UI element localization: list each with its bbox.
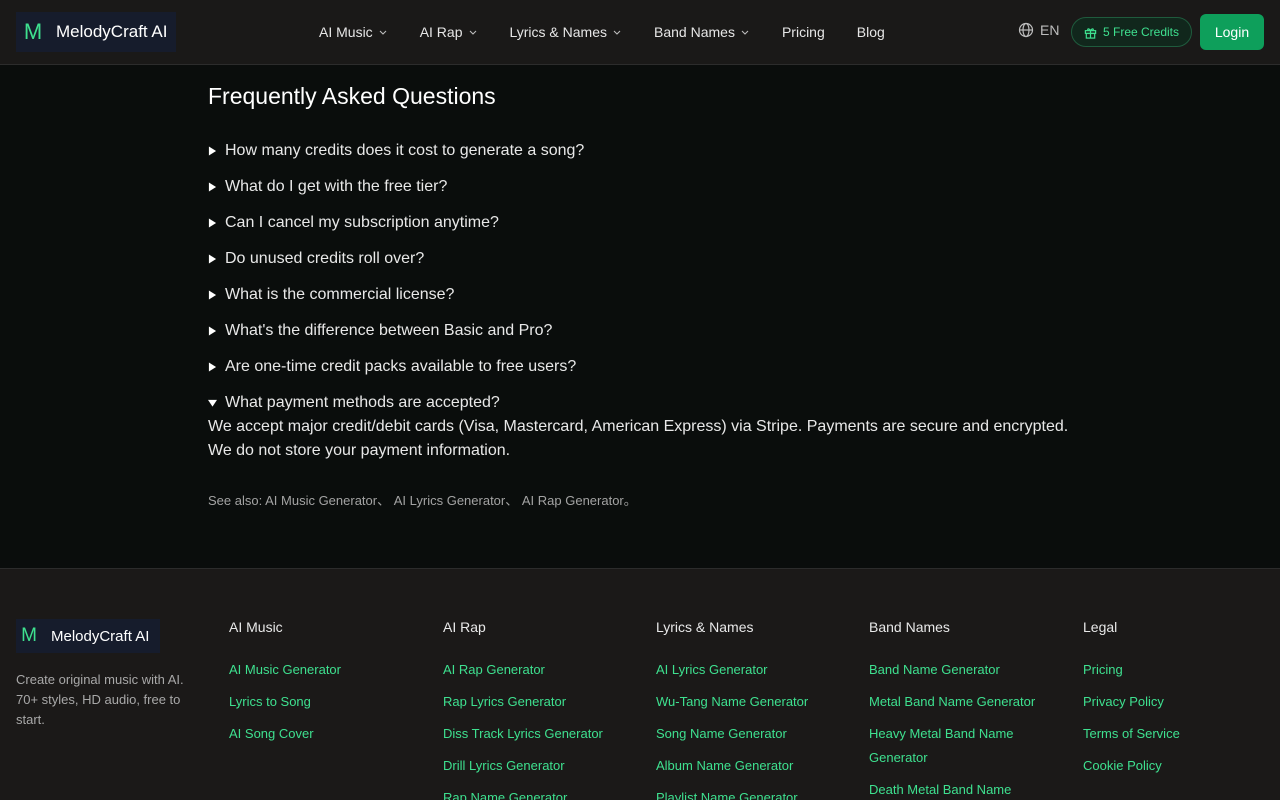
footer-description: Create original music with AI. 70+ style… bbox=[16, 672, 184, 727]
faq-question-text: Are one-time credit packs available to f… bbox=[225, 358, 577, 375]
footer-column-title: Band Names bbox=[869, 619, 950, 635]
credits-label: 5 Free Credits bbox=[1102, 25, 1180, 39]
faq-question-text: What's the difference between Basic and … bbox=[225, 322, 553, 339]
nav-item-band-names[interactable]: Band Names bbox=[638, 0, 766, 64]
nav-item-label: Blog bbox=[856, 24, 885, 40]
see-also-label: See also: bbox=[208, 493, 266, 508]
nav-item-label: Band Names bbox=[654, 24, 735, 40]
faq-question[interactable]: Do unused credits roll over? bbox=[208, 241, 1088, 277]
faq-question-text: Do unused credits roll over? bbox=[225, 250, 425, 267]
nav-item-pricing[interactable]: Pricing bbox=[766, 0, 841, 64]
language-label: EN bbox=[1040, 22, 1060, 38]
see-also-link-ai-rap-generator[interactable]: AI Rap Generator bbox=[522, 493, 624, 508]
triangle-right-icon bbox=[208, 146, 217, 156]
see-also-link-ai-lyrics-generator[interactable]: AI Lyrics Generator bbox=[394, 493, 506, 508]
footer-column-ai-music: AI Music AI Music Generator Lyrics to Song… bbox=[229, 619, 419, 754]
nav-item-lyrics-names[interactable]: Lyrics & Names bbox=[494, 0, 639, 64]
login-button[interactable]: Login bbox=[1200, 14, 1264, 50]
footer-logo[interactable]: M MelodyCraft AI bbox=[16, 619, 160, 653]
footer-link-rap-lyrics-generator[interactable]: Rap Lyrics Generator bbox=[443, 690, 633, 714]
footer-link-metal-band-name-generator[interactable]: Metal Band Name Generator bbox=[869, 690, 1059, 714]
nav-item-ai-rap[interactable]: AI Rap bbox=[404, 0, 494, 64]
footer-link-rap-name-generator[interactable]: Rap Name Generator bbox=[443, 786, 633, 800]
footer-link-death-metal-band-name-generator[interactable]: Death Metal Band Name Generator bbox=[869, 778, 1059, 800]
footer-column-title: Lyrics & Names bbox=[656, 619, 754, 635]
footer-link-cookie-policy[interactable]: Cookie Policy bbox=[1083, 754, 1263, 778]
faq-question[interactable]: What is the commercial license? bbox=[208, 277, 1088, 313]
triangle-right-icon bbox=[208, 326, 217, 336]
brand-name: MelodyCraft AI bbox=[56, 22, 168, 41]
see-also-separator: 、 bbox=[505, 493, 522, 508]
faq-question-text: How many credits does it cost to generat… bbox=[225, 142, 585, 159]
footer-column-lyrics-names: Lyrics & Names AI Lyrics Generator Wu-Tang… bbox=[656, 619, 846, 800]
gift-icon bbox=[1084, 27, 1097, 39]
faq-question[interactable]: How many credits does it cost to generat… bbox=[208, 133, 1088, 169]
globe-icon bbox=[1018, 22, 1034, 38]
nav-item-ai-music[interactable]: AI Music bbox=[303, 0, 404, 64]
triangle-right-icon bbox=[208, 218, 217, 228]
footer-link-lyrics-to-song[interactable]: Lyrics to Song bbox=[229, 690, 419, 714]
header-logo[interactable]: M MelodyCraft AI bbox=[16, 12, 176, 52]
footer-link-song-name-generator[interactable]: Song Name Generator bbox=[656, 722, 846, 746]
footer-link-drill-lyrics-generator[interactable]: Drill Lyrics Generator bbox=[443, 754, 633, 778]
footer-link-pricing[interactable]: Pricing bbox=[1083, 658, 1263, 682]
footer-column-band-names: Band Names Band Name Generator Metal Band … bbox=[869, 619, 1059, 800]
triangle-right-icon bbox=[208, 182, 217, 192]
footer-link-playlist-name-generator[interactable]: Playlist Name Generator bbox=[656, 786, 846, 800]
faq-question-text: What is the commercial license? bbox=[225, 286, 455, 303]
footer-column-title: Legal bbox=[1083, 619, 1118, 635]
nav-item-label: Lyrics & Names bbox=[509, 24, 608, 40]
footer-link-ai-music-generator[interactable]: AI Music Generator bbox=[229, 658, 419, 682]
free-credits-badge[interactable]: 5 Free Credits bbox=[1071, 17, 1192, 47]
language-selector[interactable]: EN bbox=[1018, 22, 1059, 38]
faq-question-text: Can I cancel my subscription anytime? bbox=[225, 214, 499, 231]
footer-brand-name: MelodyCraft AI bbox=[51, 627, 150, 645]
footer-link-ai-lyrics-generator[interactable]: AI Lyrics Generator bbox=[656, 658, 846, 682]
see-also-separator: 、 bbox=[377, 493, 394, 508]
faq-question[interactable]: Are one-time credit packs available to f… bbox=[208, 349, 1088, 385]
footer-column-legal: Legal Pricing Privacy Policy Terms of Servi… bbox=[1083, 619, 1263, 786]
footer-link-album-name-generator[interactable]: Album Name Generator bbox=[656, 754, 846, 778]
footer-column-title: AI Music bbox=[229, 619, 283, 635]
chevron-down-icon bbox=[613, 30, 621, 35]
see-also-link-ai-music-generator[interactable]: AI Music Generator bbox=[265, 493, 377, 508]
faq-question[interactable]: Can I cancel my subscription anytime? bbox=[208, 205, 1088, 241]
chevron-down-icon bbox=[469, 30, 476, 35]
footer-logo-mark: M bbox=[21, 625, 37, 646]
footer-link-diss-track-lyrics-generator[interactable]: Diss Track Lyrics Generator bbox=[443, 722, 633, 746]
main-nav: AI Music AI Rap Lyrics & Names Band Names Pr… bbox=[303, 0, 901, 64]
site-header: M MelodyCraft AI AI Music AI Rap Lyrics & … bbox=[0, 0, 1280, 65]
nav-item-label: AI Music bbox=[319, 24, 373, 40]
faq-question-text: What payment methods are accepted? bbox=[225, 394, 500, 411]
triangle-right-icon bbox=[208, 290, 217, 300]
chevron-down-icon bbox=[741, 30, 749, 35]
logo-mark: M bbox=[23, 19, 43, 44]
faq-question[interactable]: What's the difference between Basic and … bbox=[208, 313, 1088, 349]
chevron-down-icon bbox=[379, 30, 387, 35]
faq-question[interactable]: What do I get with the free tier? bbox=[208, 169, 1088, 205]
footer-link-terms-of-service[interactable]: Terms of Service bbox=[1083, 722, 1263, 746]
faq-title: Frequently Asked Questions bbox=[208, 83, 496, 109]
footer-link-heavy-metal-band-name-generator[interactable]: Heavy Metal Band Name Generator bbox=[869, 722, 1059, 770]
faq-list: How many credits does it cost to generat… bbox=[208, 133, 1088, 421]
nav-item-label: Pricing bbox=[781, 24, 825, 40]
footer-link-ai-rap-generator[interactable]: AI Rap Generator bbox=[443, 658, 633, 682]
footer-link-privacy-policy[interactable]: Privacy Policy bbox=[1083, 690, 1263, 714]
see-also: See also: AI Music Generator、 AI Lyrics … bbox=[208, 490, 1088, 509]
nav-item-blog[interactable]: Blog bbox=[841, 0, 901, 64]
nav-item-label: AI Rap bbox=[419, 24, 463, 40]
footer-column-title: AI Rap bbox=[443, 619, 486, 635]
footer-link-band-name-generator[interactable]: Band Name Generator bbox=[869, 658, 1059, 682]
faq-question-text: What do I get with the free tier? bbox=[225, 178, 448, 195]
see-also-separator: 。 bbox=[623, 493, 637, 508]
faq-answer: We accept major credit/debit cards (Visa… bbox=[208, 418, 1069, 459]
faq-section: Frequently Asked Questions How many cred… bbox=[208, 82, 1088, 509]
site-footer: M MelodyCraft AI Create original music w… bbox=[0, 568, 1280, 800]
triangle-right-icon bbox=[208, 362, 217, 372]
triangle-down-icon bbox=[208, 399, 217, 407]
footer-column-ai-rap: AI Rap AI Rap Generator Rap Lyrics Generat… bbox=[443, 619, 633, 800]
triangle-right-icon bbox=[208, 254, 217, 264]
footer-link-wu-tang-name-generator[interactable]: Wu-Tang Name Generator bbox=[656, 690, 846, 714]
footer-link-ai-song-cover[interactable]: AI Song Cover bbox=[229, 722, 419, 746]
